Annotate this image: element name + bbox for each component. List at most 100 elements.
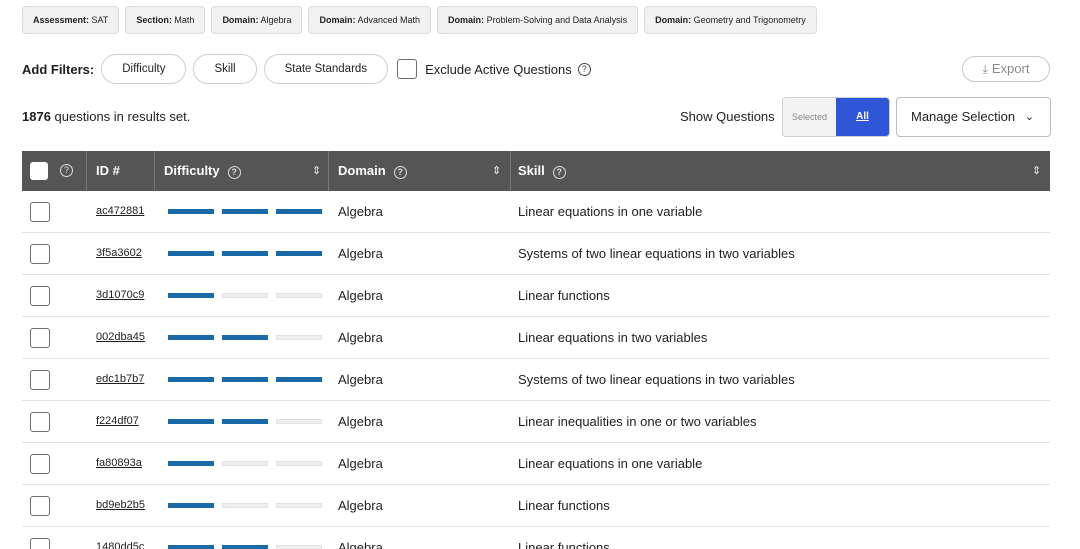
help-icon[interactable]: ? [552,166,566,179]
question-id-link[interactable]: edc1b7b7 [96,373,144,385]
difficulty-meter [168,209,322,214]
filter-tag[interactable]: Assessment: SAT [22,6,120,34]
filter-tag-value: Algebra [260,15,292,25]
help-icon[interactable]: ? [60,164,73,177]
difficulty-bar [168,503,214,508]
domain-cell: Algebra [338,246,383,261]
difficulty-bar [168,545,214,549]
state-standards-filter-button[interactable]: State Standards [263,54,389,84]
row-checkbox[interactable] [30,202,50,222]
select-all-checkbox[interactable] [30,162,48,180]
difficulty-bar [222,419,268,424]
help-icon[interactable]: ? [393,166,407,179]
filter-tag[interactable]: Domain: Advanced Math [308,6,432,34]
sort-icon[interactable]: ⇕ [492,151,501,191]
difficulty-bar [276,503,322,508]
column-header-difficulty[interactable]: Difficulty? [164,151,241,191]
row-checkbox[interactable] [30,286,50,306]
difficulty-bar [222,503,268,508]
question-id-link[interactable]: 002dba45 [96,331,145,343]
question-id-link[interactable]: f224df07 [96,415,139,427]
question-id-link[interactable]: ac472881 [96,205,144,217]
show-selected-option[interactable]: Selected [783,98,836,136]
question-id-link[interactable]: 3d1070c9 [96,289,144,301]
difficulty-bar [276,251,322,256]
question-id-link[interactable]: bd9eb2b5 [96,499,145,511]
difficulty-meter [168,461,322,466]
difficulty-bar [276,209,322,214]
difficulty-bar [222,545,268,549]
row-checkbox[interactable] [30,244,50,264]
help-icon[interactable]: ? [227,166,241,179]
filter-tag[interactable]: Section: Math [125,6,206,34]
difficulty-bar [222,335,268,340]
skill-header-label: Skill [518,163,545,178]
table-row: edc1b7b7 Algebra Systems of two linear equ… [22,359,1050,401]
manage-selection-label: Manage Selection [911,109,1016,124]
sort-icon[interactable]: ⇕ [1032,151,1041,191]
table-row: ac472881 Algebra Linear equations in one v… [22,191,1050,233]
filter-tag-key: Domain: [655,15,692,25]
skill-cell: Linear functions [518,540,610,549]
filter-tag-key: Section: [136,15,172,25]
filter-tag[interactable]: Domain: Geometry and Trigonometry [644,6,817,34]
difficulty-bar [168,377,214,382]
difficulty-meter [168,251,322,256]
difficulty-bar [276,545,322,549]
difficulty-bar [276,461,322,466]
filter-tag-key: Domain: [222,15,259,25]
table-row: bd9eb2b5 Algebra Linear functions [22,485,1050,527]
table-row: 1480dd5c Algebra Linear functions [22,527,1050,549]
column-header-skill[interactable]: Skill? [518,151,566,191]
domain-cell: Algebra [338,204,383,219]
difficulty-bar [168,335,214,340]
difficulty-filter-button[interactable]: Difficulty [101,54,187,84]
filter-tag[interactable]: Domain: Algebra [211,6,303,34]
row-checkbox[interactable] [30,454,50,474]
results-text: questions in results set. [50,109,191,124]
difficulty-bar [276,335,322,340]
add-filters-label: Add Filters: [22,61,95,77]
row-checkbox[interactable] [30,496,50,516]
difficulty-header-label: Difficulty [164,163,220,178]
show-all-option[interactable]: All [836,98,889,136]
filter-tag-value: Problem-Solving and Data Analysis [486,15,628,25]
filter-tag[interactable]: Domain: Problem-Solving and Data Analysi… [437,6,639,34]
chevron-down-icon: ⌄ [1024,111,1034,123]
difficulty-bar [168,209,214,214]
filter-tag-key: Domain: [448,15,485,25]
difficulty-bar [168,251,214,256]
question-id-link[interactable]: 3f5a3602 [96,247,142,259]
domain-header-label: Domain [338,163,386,178]
download-icon: ⤓ [982,62,988,76]
skill-cell: Systems of two linear equations in two v… [518,372,795,387]
domain-cell: Algebra [338,372,383,387]
column-header-domain[interactable]: Domain? [338,151,407,191]
skill-filter-button[interactable]: Skill [193,54,257,84]
export-button[interactable]: ⤓ Export [962,56,1050,82]
row-checkbox[interactable] [30,370,50,390]
row-checkbox[interactable] [30,538,50,549]
exclude-active-checkbox[interactable] [397,59,418,79]
difficulty-bar [276,293,322,298]
difficulty-bar [222,251,268,256]
filter-tag-value: Geometry and Trigonometry [693,15,806,25]
sort-icon[interactable]: ⇕ [312,151,321,191]
show-questions-label: Show Questions [680,109,775,124]
difficulty-meter [168,545,322,549]
filter-tag-value: SAT [91,15,109,25]
skill-cell: Linear functions [518,288,610,303]
row-checkbox[interactable] [30,328,50,348]
row-checkbox[interactable] [30,412,50,432]
table-row: fa80893a Algebra Linear equations in one v… [22,443,1050,485]
manage-selection-dropdown[interactable]: Manage Selection ⌄ [896,97,1051,137]
question-id-link[interactable]: fa80893a [96,457,142,469]
difficulty-bar [276,419,322,424]
difficulty-meter [168,293,322,298]
skill-cell: Linear equations in one variable [518,456,703,471]
question-id-link[interactable]: 1480dd5c [96,541,144,549]
domain-cell: Algebra [338,540,383,549]
help-icon[interactable]: ? [577,62,591,76]
domain-cell: Algebra [338,414,383,429]
difficulty-meter [168,335,322,340]
